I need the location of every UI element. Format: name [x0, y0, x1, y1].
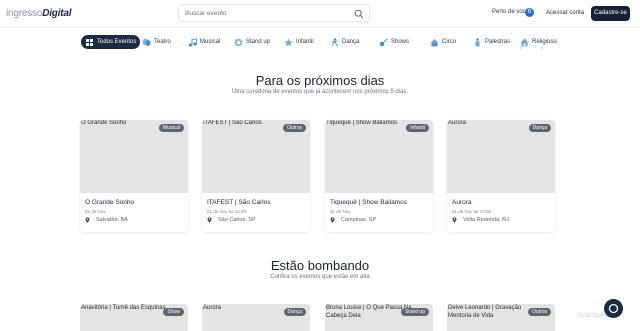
chat-button[interactable]	[604, 299, 623, 318]
category-label: Circo	[442, 39, 457, 45]
event-location: São Carlos, SP	[207, 217, 256, 223]
event-date: 01 de Nov às 17:00	[452, 209, 492, 214]
event-card[interactable]: Aurora Dança Aurora 01 de Nov às 17:00 V…	[447, 120, 555, 232]
event-category-badge: Stand up	[400, 308, 429, 316]
event-category-badge: Outros	[527, 308, 551, 316]
category-label: Musical	[200, 39, 221, 45]
event-location-text: Salvador, BA	[96, 217, 128, 223]
event-card[interactable]: Aurora Dança	[202, 304, 310, 331]
music-icon	[188, 37, 197, 47]
event-title: ITAFEST | São Carlos	[207, 199, 271, 206]
category-label: Teatro	[154, 39, 171, 45]
event-image-alt: Anavitória | Turnê das Esquinas	[81, 305, 166, 311]
category-palestras[interactable]: Palestras	[469, 35, 514, 49]
signup-button[interactable]: Cadastre-se	[591, 6, 630, 21]
category-label: Dança	[342, 39, 360, 45]
category-shows[interactable]: Shows	[375, 35, 413, 49]
event-title: Tiquequê | Show Bailamos	[330, 199, 407, 206]
event-card[interactable]: O Grande Sonho Musical O Grande Sonho 01…	[80, 120, 188, 232]
event-location-text: Campinas, SP	[341, 217, 377, 223]
event-category-badge: Musical	[159, 124, 184, 132]
event-location: Campinas, SP	[330, 217, 376, 223]
event-image-alt: O Grande Sonho	[81, 120, 127, 126]
section-subtitle-trending: Confira os eventos que estão em alta	[270, 274, 370, 280]
top-navbar: ingressoDigital Perto de você 0 Acessar …	[0, 0, 640, 28]
theater-masks-icon	[142, 38, 151, 46]
event-image-alt: ITAFEST | São Carlos	[203, 120, 262, 126]
event-image-alt: Tiquequê | Show Bailamos	[326, 120, 398, 126]
event-card[interactable]: ITAFEST | São Carlos Outros ITAFEST | Sã…	[202, 120, 310, 232]
event-image-alt: Aurora	[448, 120, 467, 126]
logo-text-digital: Digital	[42, 8, 72, 19]
category-musical[interactable]: Musical	[184, 35, 224, 49]
circus-icon	[430, 38, 439, 46]
microphone-icon	[234, 38, 243, 46]
category-label: Palestras	[485, 39, 511, 45]
location-pin-icon	[452, 217, 457, 223]
near-you-link[interactable]: Perto de você	[492, 9, 529, 15]
grid-icon	[86, 38, 93, 46]
category-teatro[interactable]: Teatro	[138, 35, 175, 49]
event-category-badge: Dança	[528, 124, 551, 132]
logo[interactable]: ingressoDigital	[6, 8, 72, 19]
event-location: Salvador, BA	[85, 217, 128, 223]
location-pin-icon	[207, 217, 212, 223]
near-you-count-badge: 0	[525, 8, 534, 17]
category-carousel-nav: ‹ ›	[518, 45, 548, 55]
event-date: 01 de Nov	[85, 209, 106, 214]
category-label: Todos Eventos	[97, 39, 137, 45]
search-box	[178, 4, 370, 22]
carousel-prev-button[interactable]: ‹	[520, 45, 522, 52]
location-pin-icon	[85, 217, 90, 223]
event-title: Aurora	[452, 199, 472, 206]
event-category-badge: Show	[163, 308, 184, 316]
event-card[interactable]: Anavitória | Turnê das Esquinas Show	[80, 304, 188, 331]
location-pin-icon	[330, 217, 335, 223]
guitar-icon	[379, 37, 388, 46]
category-label: Infantil	[296, 39, 314, 45]
category-infantil[interactable]: Infantil	[280, 35, 318, 49]
event-title: O Grande Sonho	[85, 199, 135, 206]
event-category-badge: Dança	[283, 308, 306, 316]
category-danca[interactable]: Dança	[326, 35, 363, 49]
event-date: 01 de Nov às 12:00	[207, 209, 247, 214]
event-date: 01 de Nov	[330, 209, 351, 214]
chat-icon	[608, 303, 619, 314]
section-subtitle-upcoming: Uma curadoria de eventos que já acontece…	[231, 89, 409, 95]
category-label: Shows	[391, 39, 410, 45]
event-card[interactable]: Tiquequê | Show Bailamos Infantil Tiqueq…	[325, 120, 433, 232]
search-icon[interactable]	[354, 9, 364, 19]
category-stand-up[interactable]: Stand up	[230, 35, 274, 49]
section-title-upcoming: Para os próximos dias	[255, 73, 385, 88]
star-icon	[284, 38, 293, 46]
logo-text-ingresso: ingresso	[6, 8, 43, 19]
carousel-next-button[interactable]: ›	[541, 45, 543, 52]
event-image-alt: Deive Leonardo | Gravação Mentoria de Vi…	[448, 305, 522, 319]
event-category-badge: Infantil	[406, 124, 429, 132]
login-link[interactable]: Acessar conta	[546, 10, 584, 16]
category-label: Stand up	[246, 39, 271, 45]
category-todos-eventos[interactable]: Todos Eventos	[81, 35, 141, 49]
search-input[interactable]	[185, 7, 345, 20]
event-location-text: Volta Redonda, RJ	[463, 217, 509, 223]
event-location: Volta Redonda, RJ	[452, 217, 509, 223]
speaker-icon	[475, 37, 480, 46]
dance-icon	[331, 37, 339, 46]
event-card[interactable]: Deive Leonardo | Gravação Mentoria de Vi…	[447, 304, 555, 331]
event-category-badge: Outros	[282, 124, 306, 132]
event-image-alt: Aurora	[203, 305, 222, 311]
category-circo[interactable]: Circo	[426, 35, 460, 49]
event-card[interactable]: Bruna Louise | O Que Passa Na Cabeça Del…	[325, 304, 433, 331]
section-title-trending: Estão bombando	[270, 258, 370, 273]
event-location-text: São Carlos, SP	[218, 217, 256, 223]
